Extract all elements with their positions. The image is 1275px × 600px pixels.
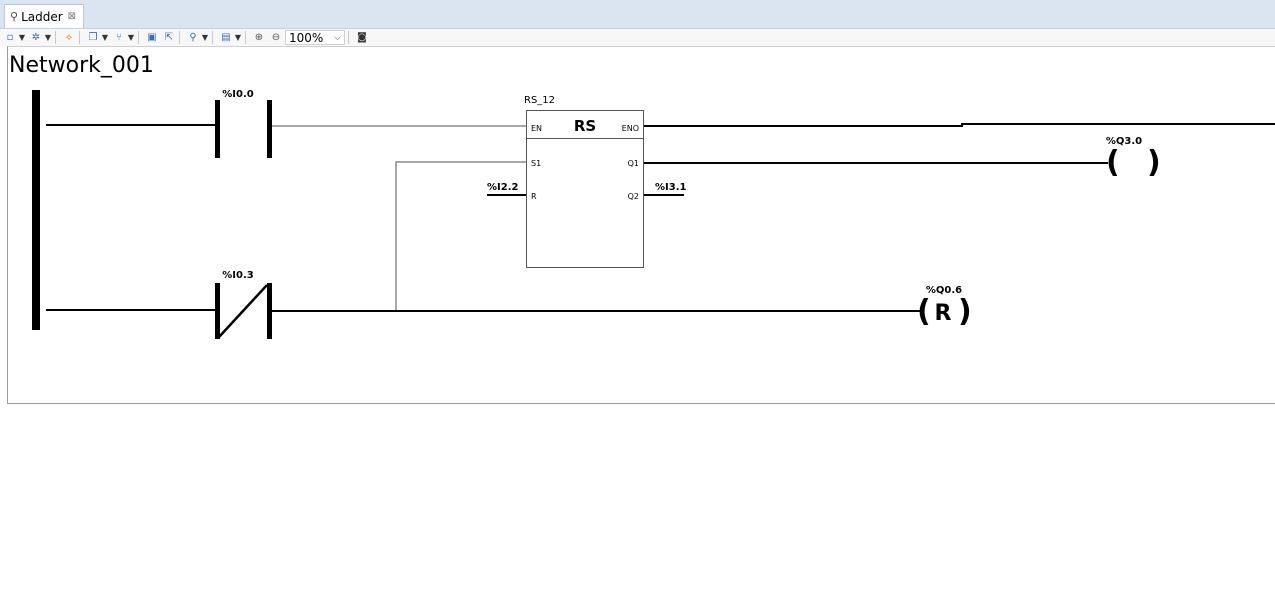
editor-tab-bar: ⚲ Ladder ⊠ [0, 0, 1275, 29]
settings-icon[interactable]: ✲ [29, 31, 43, 45]
reset-coil[interactable]: ( R ) [917, 294, 972, 329]
coil-output[interactable]: ( ) [1106, 145, 1161, 180]
toolbar-separator [245, 31, 246, 44]
fb-input-pin: S1 [531, 159, 541, 168]
link-icon[interactable]: ⟡ [62, 31, 76, 45]
branch-icon[interactable]: ⑂ [112, 31, 126, 45]
fb-r-variable[interactable]: %I2.2 [487, 182, 518, 193]
clipboard-icon[interactable]: ▤ [219, 31, 233, 45]
chevron-down-icon[interactable]: ▼ [201, 31, 209, 45]
ladder-icon: ⚲ [10, 10, 19, 23]
coil-left-paren: ( [1106, 145, 1120, 180]
zoom-select[interactable]: 100% ⌵ [285, 30, 345, 45]
ladder-canvas[interactable]: Network_001 %I0.0 RS_12 RS EN S1 R ENO Q… [7, 46, 1275, 404]
toolbar-separator [79, 31, 80, 44]
contact-right-bar [267, 283, 272, 339]
contact-left-bar [215, 283, 220, 339]
contact-left-bar [215, 100, 220, 158]
chevron-down-icon[interactable]: ▼ [127, 31, 135, 45]
coil-left-paren: ( [917, 294, 931, 329]
fb-input-pin: EN [531, 124, 542, 133]
tab-label: Ladder [21, 9, 63, 24]
toolbar-separator [212, 31, 213, 44]
contact-no[interactable] [215, 100, 272, 158]
contact-right-bar [267, 100, 272, 158]
zoom-value: 100% [289, 30, 324, 45]
chevron-down-icon: ⌵ [334, 32, 341, 43]
tab-ladder[interactable]: ⚲ Ladder ⊠ [4, 4, 84, 28]
export-icon[interactable]: ⇱ [162, 31, 176, 45]
fb-q2-variable[interactable]: %I3.1 [655, 182, 686, 193]
fb-output-pin: Q1 [628, 159, 639, 168]
ladder-diagram: %I0.0 RS_12 RS EN S1 R ENO Q1 Q2 %I2.2 %… [32, 89, 1275, 339]
ladder-toolbar: ▫ ▼ ✲ ▼ ⟡ ❐ ▼ ⑂ ▼ ▣ ⇱ ⚲ ▼ ▤ ▼ ⊕ ⊖ 100% ⌵… [0, 29, 1275, 46]
coil-right-paren: ) [958, 294, 972, 329]
left-power-rail [32, 90, 40, 330]
zoom-out-icon[interactable]: ⊖ [269, 31, 283, 45]
chevron-down-icon[interactable]: ▼ [44, 31, 52, 45]
copy-icon[interactable]: ❐ [86, 31, 100, 45]
toolbar-separator [179, 31, 180, 44]
toolbar-separator [138, 31, 139, 44]
monitor-icon[interactable]: ▣ [145, 31, 159, 45]
contact-label: %I0.3 [222, 270, 253, 281]
chevron-down-icon[interactable]: ▼ [234, 31, 242, 45]
contact-label: %I0.0 [222, 89, 253, 100]
fb-input-pin: R [531, 192, 537, 201]
coil-label: %Q3.0 [1106, 136, 1142, 147]
coil-symbol: R [935, 301, 952, 326]
close-icon[interactable]: ⊠ [68, 11, 76, 22]
fb-type-name: RS [574, 117, 596, 135]
zoom-in-icon[interactable]: ⊕ [252, 31, 266, 45]
chevron-down-icon[interactable]: ▼ [18, 31, 26, 45]
chevron-down-icon[interactable]: ▼ [101, 31, 109, 45]
fb-instance-name: RS_12 [524, 95, 555, 106]
eno-wire [644, 123, 1275, 127]
camera-icon[interactable]: ◙ [355, 31, 369, 45]
toolbar-separator [55, 31, 56, 44]
contact-nc[interactable] [215, 283, 272, 339]
network-icon[interactable]: ⚲ [186, 31, 200, 45]
coil-label: %Q0.6 [926, 285, 962, 296]
contact-slash [218, 284, 268, 338]
toolbar-separator [348, 31, 349, 44]
insert-rung-icon[interactable]: ▫ [3, 31, 17, 45]
fb-output-pin: Q2 [628, 192, 639, 201]
coil-right-paren: ) [1147, 145, 1161, 180]
fb-output-pin: ENO [622, 124, 639, 133]
